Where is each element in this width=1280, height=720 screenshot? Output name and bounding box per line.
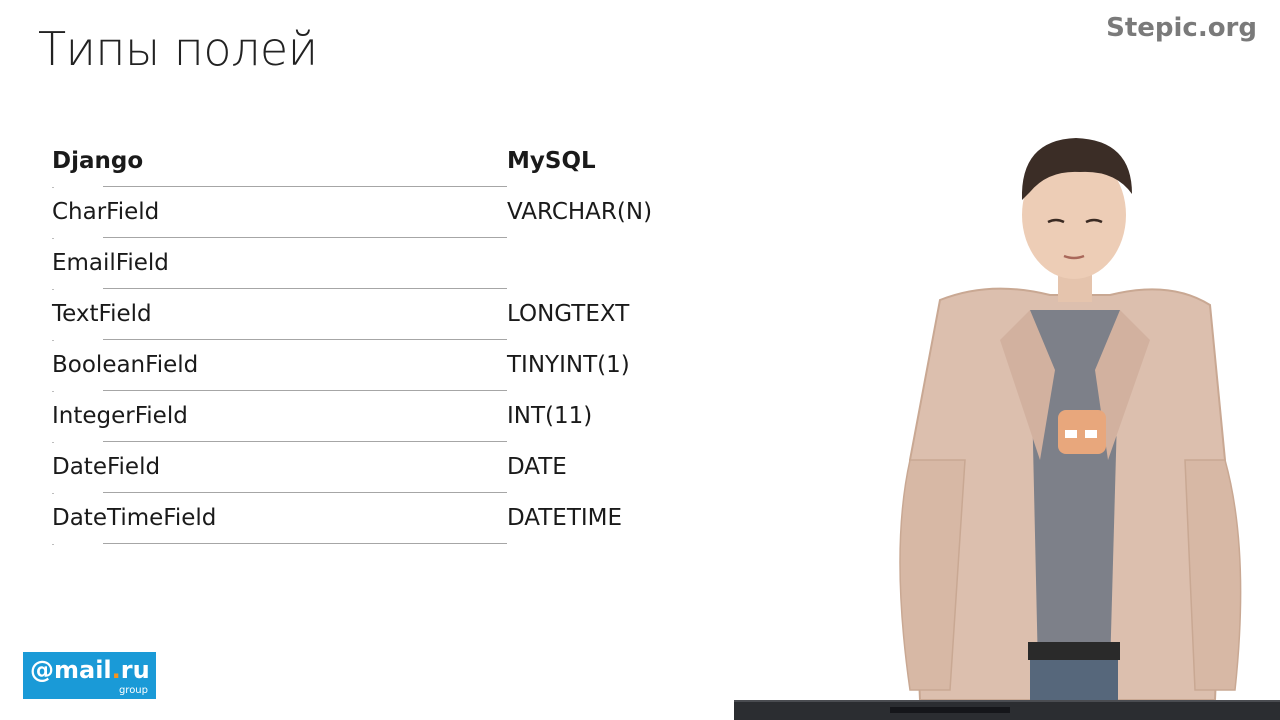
logo-main-text: @mail.ru [30, 655, 150, 685]
mailru-group-logo: @mail.ru group [23, 652, 156, 699]
table-row: IntegerField INT(11) [52, 391, 692, 443]
django-field: BooleanField [52, 352, 199, 378]
header-mysql: MySQL [507, 148, 596, 174]
row-separator [103, 543, 507, 544]
logo-dot: . [111, 656, 121, 684]
logo-sub-text: group [118, 685, 148, 696]
person-photo-icon [899, 138, 1242, 720]
header-django: Django [52, 148, 144, 174]
keyboard-slot [890, 707, 1010, 713]
table-row: TextField LONGTEXT [52, 289, 692, 341]
table-row: DateField DATE [52, 442, 692, 494]
row-tick [52, 544, 54, 545]
mysql-type: TINYINT(1) [507, 352, 630, 378]
django-field: TextField [52, 301, 152, 327]
brand-watermark: Stepic.org [1106, 13, 1257, 43]
table-row: EmailField [52, 238, 692, 290]
table-row: DateTimeField DATETIME [52, 493, 692, 545]
mysql-type: INT(11) [507, 403, 593, 429]
django-field: DateField [52, 454, 161, 480]
slide-title: Типы полей [38, 22, 318, 76]
django-field: DateTimeField [52, 505, 217, 531]
slide: Типы полей Stepic.org Django MySQL CharF… [0, 0, 1280, 720]
logo-suffix: ru [120, 656, 150, 684]
table-row: CharField VARCHAR(N) [52, 187, 692, 239]
logo-prefix: @mail [30, 656, 112, 684]
django-field: IntegerField [52, 403, 188, 429]
field-types-table: Django MySQL CharField VARCHAR(N) EmailF… [52, 136, 692, 545]
django-field: CharField [52, 199, 160, 225]
mysql-type: DATE [507, 454, 567, 480]
table-row: BooleanField TINYINT(1) [52, 340, 692, 392]
mysql-type: LONGTEXT [507, 301, 630, 327]
table-header-row: Django MySQL [52, 136, 692, 188]
mysql-type: DATETIME [507, 505, 623, 531]
presenter-photo [880, 130, 1260, 720]
desk-edge [734, 700, 1280, 720]
mysql-type: VARCHAR(N) [507, 199, 653, 225]
django-field: EmailField [52, 250, 169, 276]
